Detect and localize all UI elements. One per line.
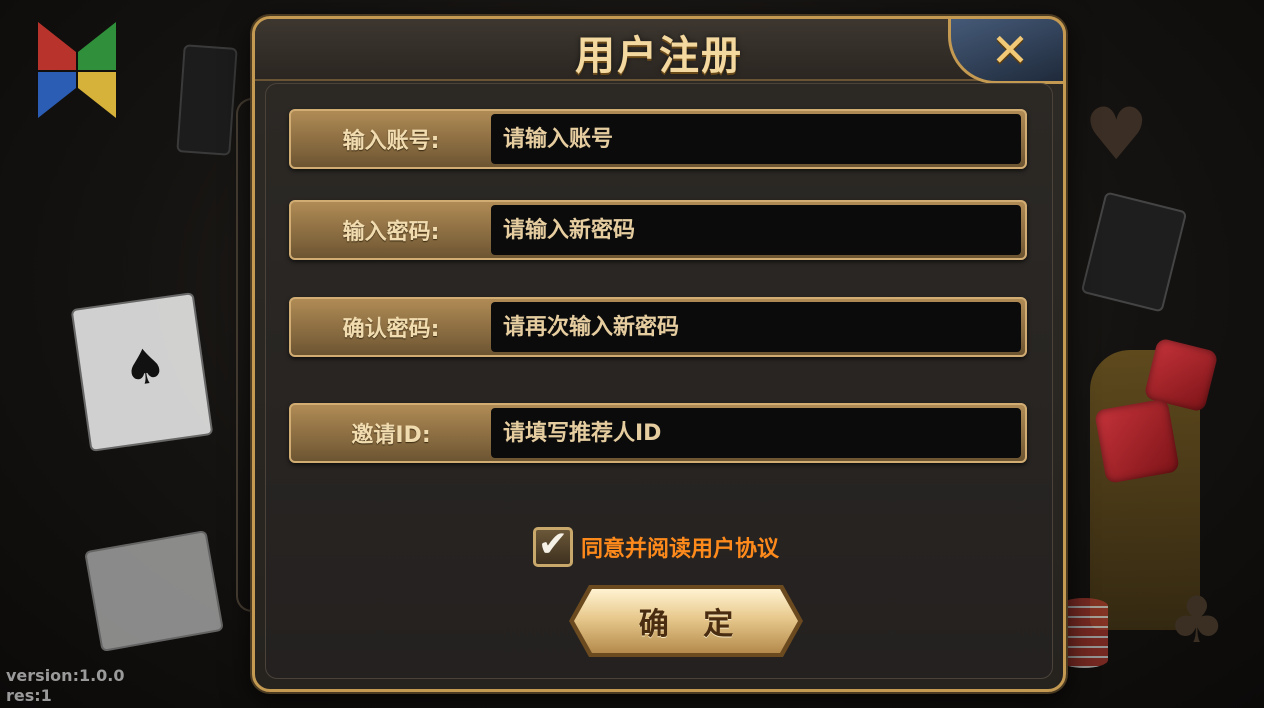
password-input[interactable] <box>491 205 1021 255</box>
confirm-password-field-row: 确认密码: <box>289 297 1027 357</box>
invite-id-label: 邀请ID: <box>351 423 431 448</box>
card-back-decoration <box>176 44 238 156</box>
register-dialog: 用户注册 ✕ 输入账号: 输入密码: 确认密码: 邀请ID: ✔ 同意并阅读用户… <box>252 16 1066 692</box>
close-x-icon: ✕ <box>990 23 1030 77</box>
agreement-toggle[interactable]: ✔ 同意并阅读用户协议 <box>533 523 779 571</box>
heart-suit-icon: ♥ <box>1084 92 1149 176</box>
res-text: res:1 <box>6 686 52 705</box>
game-logo-icon <box>38 22 116 118</box>
account-input[interactable] <box>491 114 1021 164</box>
playing-cards-decoration: ♠ <box>70 292 214 452</box>
dialog-title: 用户注册 <box>575 33 743 79</box>
account-field-row: 输入账号: <box>289 109 1027 169</box>
dice-icon <box>1094 398 1180 484</box>
password-field-row: 输入密码: <box>289 200 1027 260</box>
checkmark-icon: ✔ <box>537 524 569 565</box>
club-suit-icon: ♣ <box>1168 584 1226 658</box>
poker-chips-decoration <box>1060 598 1108 668</box>
close-button[interactable]: ✕ <box>948 16 1066 84</box>
password-label: 输入密码: <box>342 220 440 245</box>
account-label: 输入账号: <box>342 129 440 154</box>
slot-machine-decoration <box>84 530 224 652</box>
invite-id-input[interactable] <box>491 408 1021 458</box>
agreement-checkbox[interactable]: ✔ <box>533 527 573 567</box>
confirm-button-label: 确 定 <box>638 607 746 642</box>
version-info: version:1.0.0 res:1 <box>6 666 125 706</box>
confirm-password-input[interactable] <box>491 302 1021 352</box>
card-back-decoration-right <box>1080 191 1188 313</box>
confirm-password-label: 确认密码: <box>342 317 440 342</box>
agreement-label[interactable]: 同意并阅读用户协议 <box>581 531 779 563</box>
invite-id-field-row: 邀请ID: <box>289 403 1027 463</box>
confirm-button[interactable]: 确 定 <box>567 583 805 659</box>
version-text: version:1.0.0 <box>6 666 125 685</box>
dialog-title-bar: 用户注册 <box>255 19 1063 81</box>
